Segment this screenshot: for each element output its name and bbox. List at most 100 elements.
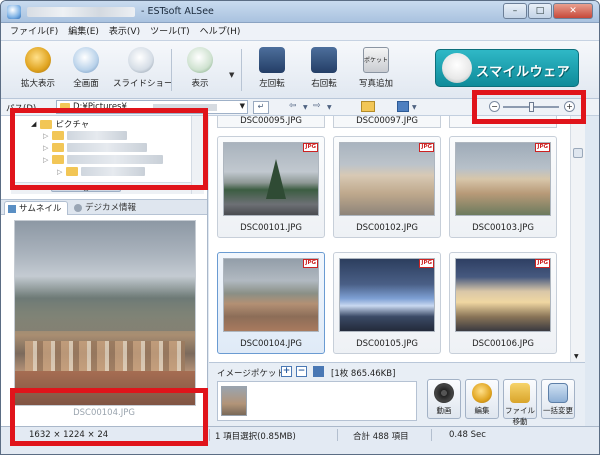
info-tab-icon — [74, 204, 82, 212]
thumbnail-tab-icon — [8, 205, 16, 213]
pocket-add-button[interactable]: + — [281, 366, 292, 377]
rotate-left-label: 左回転 — [259, 79, 285, 89]
slideshow-mascot-icon — [128, 47, 154, 73]
pocket-remove-button[interactable]: − — [296, 366, 307, 377]
zoom-view-label: 拡大表示 — [20, 79, 55, 89]
thumbnail-item[interactable]: JPG DSC00102.JPG — [333, 136, 441, 238]
thumbnail-name: DSC00097.JPG — [356, 116, 418, 126]
image-pocket: イメージポケット。 + − [1枚 865.46KB] 動画 編集 ファイル移動… — [209, 362, 585, 426]
jpg-badge-icon: JPG — [535, 259, 550, 268]
rotate-left-icon — [259, 47, 285, 73]
scroll-down-arrow-icon[interactable]: ▼ — [574, 353, 579, 360]
tab-thumbnail[interactable]: サムネイル — [4, 201, 69, 215]
slideshow-label: スライドショー — [113, 79, 173, 89]
add-photo-button[interactable]: ポケット 写真追加 — [351, 47, 401, 89]
thumbnail-item[interactable]: JPG DSC00101.JPG — [217, 136, 325, 238]
thumbnail-partial[interactable]: DSC00095.JPG — [217, 116, 325, 128]
add-photo-icon: ポケット — [363, 47, 389, 73]
window-title: - ESTsoft ALSee — [141, 6, 214, 17]
rotate-right-button[interactable]: 右回転 — [299, 47, 349, 89]
zoom-view-button[interactable]: 拡大表示 — [13, 47, 63, 89]
jpg-badge-icon: JPG — [419, 259, 434, 268]
batch-change-button[interactable]: 一括変更 — [541, 379, 575, 419]
thumbnail-item[interactable]: JPG DSC00106.JPG — [449, 252, 557, 354]
close-button[interactable]: ✕ — [553, 3, 593, 19]
thumbnail-item-selected[interactable]: JPG DSC00104.JPG — [217, 252, 325, 354]
minimize-button[interactable]: – — [503, 3, 527, 19]
alsee-window: - ESTsoft ALSee – □ ✕ ファイル(F) 編集(E) 表示(V… — [0, 0, 600, 455]
thumbnail-name: DSC00103.JPG — [472, 223, 534, 233]
scrollbar-thumb[interactable] — [573, 148, 583, 158]
thumbnail-name: DSC00106.JPG — [472, 339, 534, 349]
rotate-right-label: 右回転 — [311, 79, 337, 89]
pocket-tray[interactable] — [217, 381, 417, 421]
path-dropdown-icon[interactable]: ▼ — [240, 102, 245, 110]
view-dropdown-arrow-icon[interactable]: ▼ — [229, 71, 234, 79]
menu-bar: ファイル(F) 編集(E) 表示(V) ツール(T) ヘルプ(H) — [1, 23, 599, 41]
zoom-mascot-icon — [25, 47, 51, 73]
film-reel-icon — [434, 383, 454, 403]
pocket-trash-icon[interactable] — [313, 366, 324, 377]
thumbnail-partial[interactable]: DSC00097.JPG — [333, 116, 441, 128]
view-button[interactable]: 表示 — [175, 47, 225, 89]
thumbnail-item[interactable]: JPG DSC00105.JPG — [333, 252, 441, 354]
status-separator — [431, 429, 432, 441]
thumbnail-name: DSC00095.JPG — [240, 116, 302, 126]
title-bar: - ESTsoft ALSee – □ ✕ — [1, 1, 599, 23]
preview-image — [14, 220, 196, 406]
thumbnail-image — [223, 258, 319, 332]
pocket-thumbnail[interactable] — [221, 386, 247, 416]
mascot-logo-icon — [442, 53, 472, 83]
highlight-box-zoom — [472, 90, 586, 124]
sort-icon[interactable] — [397, 101, 409, 112]
thumbnail-item[interactable]: JPG DSC00103.JPG — [449, 136, 557, 238]
file-move-button[interactable]: ファイル移動 — [503, 379, 537, 426]
status-separator — [209, 429, 210, 441]
thumbnail-image — [223, 142, 319, 216]
rotate-right-icon — [311, 47, 337, 73]
highlight-box-status — [10, 388, 208, 446]
back-arrow-icon[interactable]: ⇦ — [289, 101, 297, 114]
banner-text: スマイルウェア — [476, 65, 571, 80]
toolbar-separator — [241, 49, 242, 91]
status-total: 合計 488 項目 — [353, 432, 409, 442]
tab-exif-label: デジカメ情報 — [85, 203, 137, 213]
thumbnail-name: DSC00105.JPG — [356, 339, 418, 349]
tab-exif[interactable]: デジカメ情報 — [71, 201, 142, 215]
forward-arrow-icon[interactable]: ⇨ — [313, 101, 321, 114]
menu-tools[interactable]: ツール(T) — [145, 23, 195, 41]
go-button[interactable]: ↵ — [253, 101, 269, 114]
status-selection: 1 項目選択(0.85MB) — [215, 432, 296, 442]
menu-view[interactable]: 表示(V) — [104, 23, 145, 41]
thumbnail-vertical-scrollbar[interactable]: ▼ — [570, 116, 585, 362]
movie-button[interactable]: 動画 — [427, 379, 461, 419]
add-photo-label: 写真追加 — [358, 79, 393, 89]
thumbnail-image — [339, 258, 435, 332]
rotate-left-button[interactable]: 左回転 — [247, 47, 297, 89]
menu-help[interactable]: ヘルプ(H) — [195, 23, 246, 41]
pocket-badge: ポケット — [364, 57, 389, 64]
thumbnail-image — [455, 142, 551, 216]
app-icon — [7, 5, 21, 19]
edit-mascot-icon — [472, 383, 492, 403]
toolbar-separator — [171, 49, 172, 91]
title-filename-redacted — [27, 7, 135, 17]
batch-change-label: 一括変更 — [543, 406, 573, 415]
jpg-badge-icon: JPG — [535, 143, 550, 152]
file-move-label: ファイル移動 — [505, 406, 535, 426]
up-folder-icon[interactable] — [361, 101, 375, 112]
preview-tabs: サムネイル デジカメ情報 — [1, 199, 207, 215]
fullscreen-button[interactable]: 全画面 — [61, 47, 111, 89]
maximize-button[interactable]: □ — [528, 3, 552, 19]
smileware-banner[interactable]: スマイルウェア — [435, 49, 579, 87]
file-move-icon — [510, 383, 530, 403]
menu-edit[interactable]: 編集(E) — [63, 23, 104, 41]
jpg-badge-icon: JPG — [419, 143, 434, 152]
slideshow-button[interactable]: スライドショー — [113, 47, 173, 89]
menu-file[interactable]: ファイル(F) — [5, 23, 63, 41]
status-time: 0.48 Sec — [449, 430, 486, 440]
status-separator — [337, 429, 338, 441]
thumbnail-image — [339, 142, 435, 216]
jpg-badge-icon: JPG — [303, 259, 318, 268]
edit-button[interactable]: 編集 — [465, 379, 499, 419]
